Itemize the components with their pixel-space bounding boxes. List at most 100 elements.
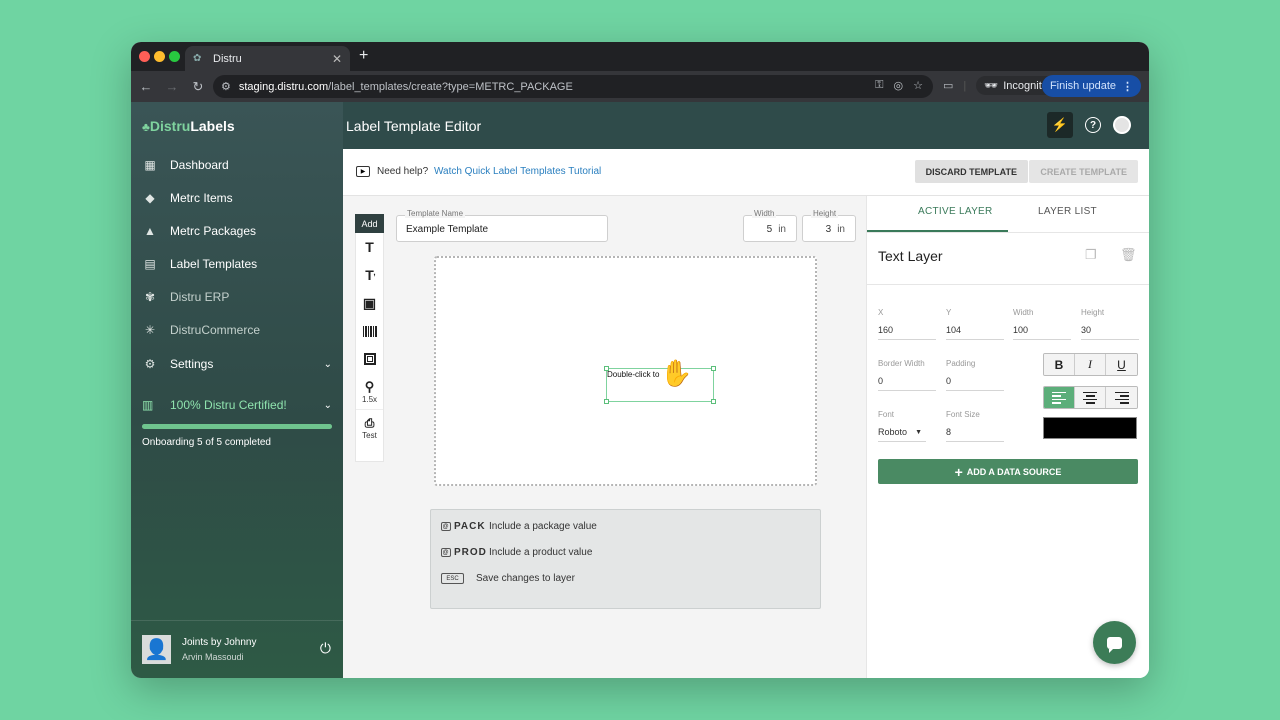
- padding-field[interactable]: Padding 0: [946, 359, 1004, 391]
- keyboard-icon: @: [441, 548, 451, 557]
- cast-icon[interactable]: ▭: [943, 79, 953, 92]
- label-canvas[interactable]: Double-click to ✋: [434, 256, 817, 486]
- y-field[interactable]: Y 104: [946, 308, 1004, 340]
- brand-logo[interactable]: ♣DistruLabels: [142, 118, 235, 134]
- add-label: Add: [355, 214, 384, 233]
- site-info-icon[interactable]: ⚙: [221, 80, 231, 93]
- gear-icon: ⚙: [144, 357, 156, 371]
- sidebar-item-metrc-items[interactable]: ◆ Metrc Items: [142, 188, 332, 208]
- template-name-field[interactable]: Template Name Example Template: [396, 209, 608, 242]
- editor-area: Add T T, ▣ ⚲ 1.5x ⎙ Test Template Name E…: [343, 196, 866, 678]
- barcode-tool-icon[interactable]: [362, 317, 377, 345]
- account-avatar[interactable]: [1113, 116, 1131, 134]
- copy-icon[interactable]: ❐: [1085, 247, 1097, 263]
- sidebar-item-distrucommerce[interactable]: ✳ DistruCommerce: [142, 320, 332, 340]
- resize-handle[interactable]: [711, 366, 716, 371]
- height-unit: in: [837, 224, 845, 235]
- certified-toggle[interactable]: ▥ 100% Distru Certified! ⌄: [142, 398, 332, 412]
- shortcut-key: @ PACK: [441, 521, 486, 532]
- discard-template-button[interactable]: DISCARD TEMPLATE: [914, 160, 1028, 183]
- tab-active-layer[interactable]: ACTIVE LAYER: [918, 206, 993, 217]
- back-button[interactable]: ←: [133, 79, 159, 94]
- brand-part1: Distru: [149, 118, 191, 134]
- sidebar-item-label: Dashboard: [170, 158, 229, 172]
- minimize-window-button[interactable]: [154, 51, 165, 62]
- height-prop-field[interactable]: Height 30: [1081, 308, 1139, 340]
- width-prop-field[interactable]: Width 100: [1013, 308, 1071, 340]
- tutorial-link[interactable]: Watch Quick Label Templates Tutorial: [434, 166, 601, 177]
- sidebar-item-settings[interactable]: ⚙ Settings ⌄: [142, 354, 332, 374]
- test-print-tool[interactable]: ⎙ Test: [356, 409, 383, 445]
- bolt-icon[interactable]: ⚡: [1047, 112, 1073, 138]
- shortcuts-panel: @ PACK Include a package value @ PROD Incl…: [430, 509, 821, 609]
- reload-button[interactable]: ↻: [185, 79, 211, 95]
- font-select[interactable]: Roboto ▼: [878, 427, 926, 442]
- add-data-source-label: ADD A DATA SOURCE: [966, 466, 1062, 477]
- print-icon: ⎙: [364, 415, 375, 430]
- star-icon[interactable]: ☆: [913, 79, 923, 92]
- image-tool-icon[interactable]: ▣: [363, 289, 376, 317]
- finish-update-button[interactable]: Finish update ⋮: [1041, 75, 1141, 97]
- create-template-button[interactable]: CREATE TEMPLATE: [1029, 160, 1138, 183]
- height-field[interactable]: Height 3 in: [802, 209, 856, 242]
- close-tab-icon[interactable]: ✕: [332, 52, 342, 66]
- finish-update-label: Finish update: [1049, 80, 1116, 92]
- bold-button[interactable]: B: [1044, 354, 1075, 375]
- chat-button[interactable]: [1093, 621, 1136, 664]
- sidebar-item-distru-erp[interactable]: ✾ Distru ERP: [142, 287, 332, 307]
- avatar[interactable]: 👤: [142, 635, 171, 664]
- width-field[interactable]: Width 5 in: [743, 209, 797, 242]
- x-field[interactable]: X 160: [878, 308, 936, 340]
- power-icon[interactable]: ⏻: [320, 640, 331, 657]
- align-right-button[interactable]: [1106, 387, 1137, 408]
- resize-handle[interactable]: [604, 366, 609, 371]
- commerce-icon: ✳: [144, 323, 156, 337]
- align-left-button[interactable]: [1044, 387, 1075, 408]
- sidebar-item-label-templates[interactable]: ▤ Label Templates: [142, 254, 332, 274]
- page-title: Label Template Editor: [346, 118, 482, 134]
- x-label: X: [878, 308, 884, 317]
- align-center-button[interactable]: [1075, 387, 1106, 408]
- qr-code-tool-icon[interactable]: [363, 345, 376, 373]
- italic-button[interactable]: I: [1075, 354, 1106, 375]
- key-icon[interactable]: ⚿: [875, 79, 883, 92]
- resize-handle[interactable]: [711, 399, 716, 404]
- sidebar-item-label: Distru ERP: [170, 290, 230, 304]
- height-prop-label: Height: [1081, 308, 1105, 317]
- y-label: Y: [946, 308, 952, 317]
- eye-off-icon[interactable]: ◎: [894, 79, 904, 92]
- url-input[interactable]: ⚙ staging.distru.com/label_templates/cre…: [213, 75, 933, 98]
- text-tool-icon[interactable]: T: [365, 233, 374, 261]
- help-prefix: Need help?: [377, 166, 429, 177]
- add-data-source-button[interactable]: + ADD A DATA SOURCE: [878, 459, 1138, 484]
- shortcut-row: ESC Save changes to layer: [441, 573, 575, 584]
- underline-button[interactable]: U: [1106, 354, 1137, 375]
- help-icon[interactable]: ?: [1085, 117, 1101, 133]
- caret-down-icon: ▼: [915, 429, 922, 436]
- text-field-tool-icon[interactable]: T,: [365, 261, 375, 289]
- sidebar-item-metrc-packages[interactable]: ▲ Metrc Packages: [142, 221, 332, 241]
- trash-icon[interactable]: 🗑: [1120, 247, 1137, 263]
- font-size-field[interactable]: Font Size 8: [946, 410, 1004, 442]
- maximize-window-button[interactable]: [169, 51, 180, 62]
- sidebar-item-dashboard[interactable]: ▦ Dashboard: [142, 155, 332, 175]
- align-right-icon: [1114, 391, 1129, 404]
- resize-handle[interactable]: [604, 399, 609, 404]
- chevron-down-icon: ⌄: [323, 399, 332, 411]
- tab-layer-list[interactable]: LAYER LIST: [1038, 206, 1097, 217]
- border-width-field[interactable]: Border Width 0: [878, 359, 936, 391]
- browser-tab[interactable]: ✿ Distru ✕: [185, 46, 350, 71]
- zoom-tool[interactable]: ⚲ 1.5x: [362, 373, 377, 409]
- new-tab-button[interactable]: +: [359, 47, 368, 65]
- close-window-button[interactable]: [139, 51, 150, 62]
- chevron-down-icon: ⌄: [323, 358, 332, 370]
- template-name-label: Template Name: [405, 209, 466, 218]
- hand-cursor-icon: ✋: [660, 358, 693, 388]
- padding-value: 0: [946, 376, 1004, 391]
- border-width-label: Border Width: [878, 359, 925, 368]
- sidebar-item-label: Settings: [170, 357, 214, 371]
- address-bar: ← → ↻ ⚙ staging.distru.com/label_templat…: [131, 71, 1149, 102]
- text-color-swatch[interactable]: [1043, 417, 1137, 439]
- height-value: 3: [825, 224, 832, 235]
- forward-button[interactable]: →: [159, 79, 185, 94]
